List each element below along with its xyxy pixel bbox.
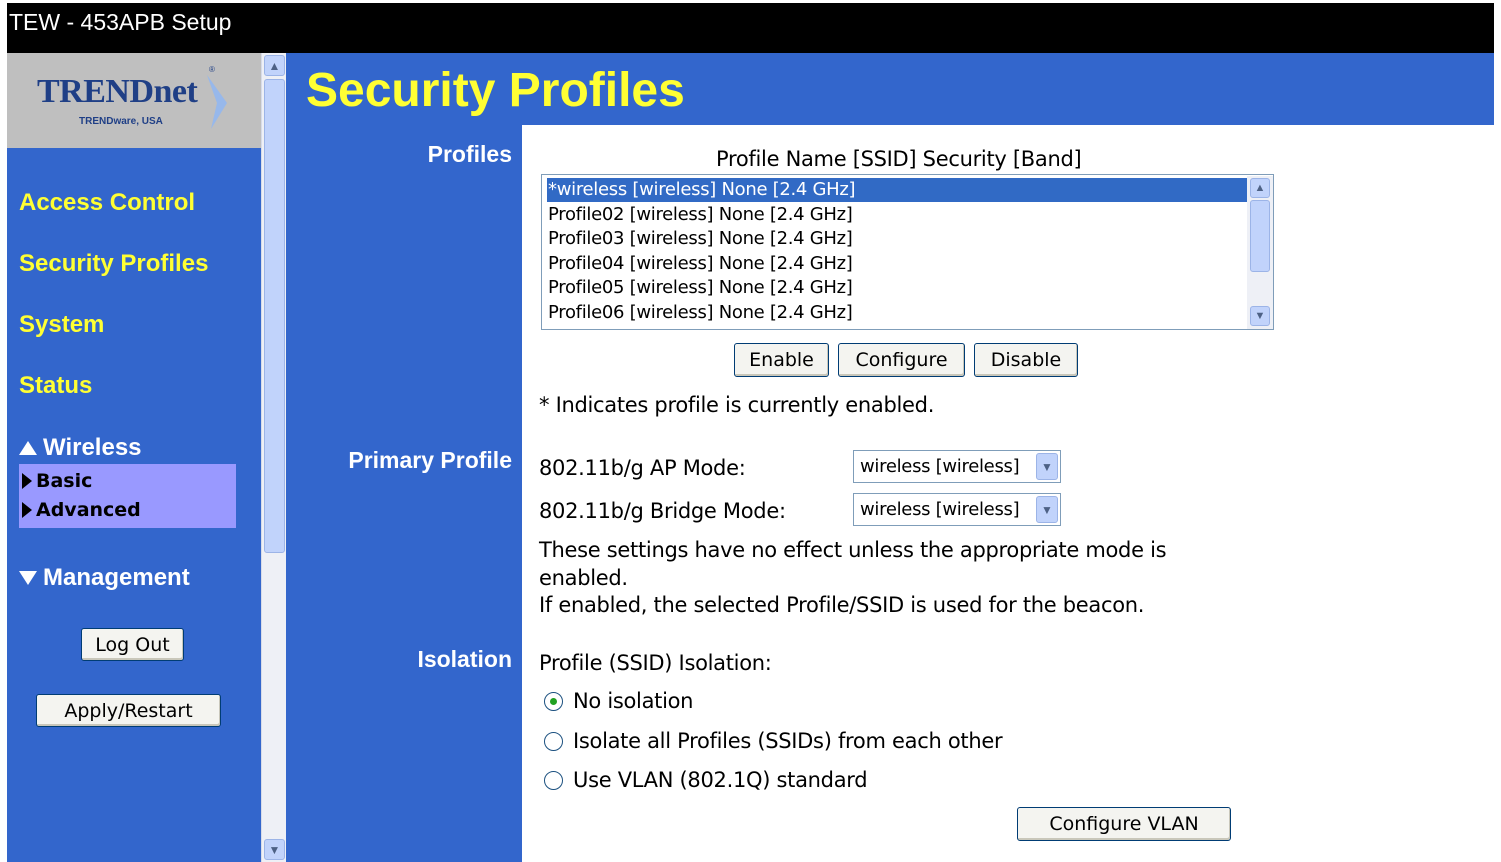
window-title: TEW - 453APB Setup bbox=[9, 9, 232, 35]
bullet-triangle-icon bbox=[22, 502, 32, 518]
nav-system[interactable]: System bbox=[19, 311, 104, 339]
section-label-profiles: Profiles bbox=[427, 141, 512, 167]
nav-wireless-label: Wireless bbox=[43, 434, 142, 461]
scrollbar-thumb[interactable] bbox=[264, 79, 285, 553]
nav-wireless-section[interactable]: Wireless bbox=[19, 434, 142, 462]
primary-note-line-1: These settings have no effect unless the… bbox=[539, 538, 1167, 562]
disable-button[interactable]: Disable bbox=[974, 343, 1078, 377]
radio-no-isolation[interactable]: No isolation bbox=[544, 689, 693, 713]
isolation-heading: Profile (SSID) Isolation: bbox=[539, 651, 772, 675]
profile-list-item[interactable]: Profile02 [wireless] None [2.4 GHz] bbox=[547, 203, 1247, 227]
nav-scrollbar[interactable]: ▲ ▼ bbox=[261, 53, 286, 862]
window-title-bar: TEW - 453APB Setup bbox=[7, 3, 1494, 53]
list-scroll-up-icon[interactable]: ▲ bbox=[1250, 178, 1270, 198]
wireless-submenu: Basic Advanced bbox=[19, 464, 236, 528]
nav-wireless-basic[interactable]: Basic bbox=[22, 470, 92, 492]
profiles-list-scrollbar[interactable]: ▲ ▼ bbox=[1247, 176, 1273, 329]
brand-subtitle: TRENDware, USA bbox=[79, 116, 163, 127]
list-scroll-down-icon[interactable]: ▼ bbox=[1250, 306, 1270, 326]
primary-note-line-3: If enabled, the selected Profile/SSID is… bbox=[539, 593, 1145, 617]
nav-wireless-advanced[interactable]: Advanced bbox=[22, 499, 141, 521]
nav-access-control[interactable]: Access Control bbox=[19, 189, 195, 217]
expand-triangle-icon bbox=[19, 571, 37, 585]
bridge-mode-select[interactable]: wireless [wireless] ▼ bbox=[853, 493, 1061, 526]
profile-list-item[interactable]: Profile04 [wireless] None [2.4 GHz] bbox=[547, 252, 1247, 276]
list-scrollbar-thumb[interactable] bbox=[1250, 200, 1270, 272]
collapse-triangle-icon bbox=[19, 441, 37, 455]
radio-button[interactable] bbox=[544, 731, 563, 751]
radio-isolate-all[interactable]: Isolate all Profiles (SSIDs) from each o… bbox=[544, 729, 1003, 753]
profile-list-item[interactable]: Profile05 [wireless] None [2.4 GHz] bbox=[547, 276, 1247, 300]
profiles-column-header: Profile Name [SSID] Security [Band] bbox=[716, 147, 1082, 171]
enable-button[interactable]: Enable bbox=[734, 343, 829, 377]
header-band: Security Profiles bbox=[286, 53, 1494, 125]
left-nav-frame: TRENDnet ® TRENDware, USA Access Control… bbox=[7, 53, 261, 862]
bullet-triangle-icon bbox=[22, 473, 32, 489]
nav-status[interactable]: Status bbox=[19, 372, 92, 400]
brand-logo: TRENDnet bbox=[37, 73, 198, 110]
ap-mode-select[interactable]: wireless [wireless] ▼ bbox=[853, 450, 1061, 483]
radio-label: No isolation bbox=[573, 689, 694, 713]
primary-note-line-2: enabled. bbox=[539, 566, 628, 590]
radio-button-checked[interactable] bbox=[544, 691, 563, 711]
radio-label: Isolate all Profiles (SSIDs) from each o… bbox=[573, 729, 1003, 753]
nav-advanced-label: Advanced bbox=[36, 499, 141, 521]
nav-security-profiles[interactable]: Security Profiles bbox=[19, 250, 208, 278]
profile-list-item[interactable]: *wireless [wireless] None [2.4 GHz] bbox=[546, 177, 1248, 203]
apply-restart-button[interactable]: Apply/Restart bbox=[36, 694, 221, 727]
bridge-mode-label: 802.11b/g Bridge Mode: bbox=[539, 499, 786, 523]
scroll-up-icon[interactable]: ▲ bbox=[264, 55, 285, 76]
enabled-profile-note: * Indicates profile is currently enabled… bbox=[539, 393, 935, 417]
ap-mode-value: wireless [wireless] bbox=[860, 456, 1020, 477]
logout-button[interactable]: Log Out bbox=[81, 628, 184, 661]
logo-swoosh-icon bbox=[207, 75, 227, 129]
nav-basic-label: Basic bbox=[36, 470, 93, 492]
section-label-column: Profiles Primary Profile Isolation bbox=[286, 125, 522, 862]
main-content-frame: Security Profiles Profiles Primary Profi… bbox=[286, 53, 1494, 862]
radio-label: Use VLAN (802.1Q) standard bbox=[573, 768, 868, 792]
nav-management-section[interactable]: Management bbox=[19, 564, 190, 592]
radio-use-vlan[interactable]: Use VLAN (802.1Q) standard bbox=[544, 768, 868, 792]
nav-management-label: Management bbox=[43, 564, 190, 591]
logo-area: TRENDnet ® TRENDware, USA bbox=[7, 53, 261, 148]
configure-vlan-button[interactable]: Configure VLAN bbox=[1017, 807, 1231, 841]
chevron-down-icon[interactable]: ▼ bbox=[1036, 453, 1058, 480]
profile-list-item[interactable]: Profile06 [wireless] None [2.4 GHz] bbox=[547, 301, 1247, 325]
profiles-listbox[interactable]: *wireless [wireless] None [2.4 GHz] Prof… bbox=[541, 174, 1274, 330]
configure-button[interactable]: Configure bbox=[838, 343, 965, 377]
bridge-mode-value: wireless [wireless] bbox=[860, 499, 1020, 520]
chevron-down-icon[interactable]: ▼ bbox=[1036, 496, 1058, 523]
section-label-primary-profile: Primary Profile bbox=[348, 447, 512, 473]
radio-button[interactable] bbox=[544, 770, 563, 790]
profile-list-item[interactable]: Profile03 [wireless] None [2.4 GHz] bbox=[547, 227, 1247, 251]
scroll-down-icon[interactable]: ▼ bbox=[264, 839, 285, 860]
ap-mode-label: 802.11b/g AP Mode: bbox=[539, 456, 746, 480]
page-title: Security Profiles bbox=[306, 64, 685, 117]
section-label-isolation: Isolation bbox=[417, 646, 512, 672]
